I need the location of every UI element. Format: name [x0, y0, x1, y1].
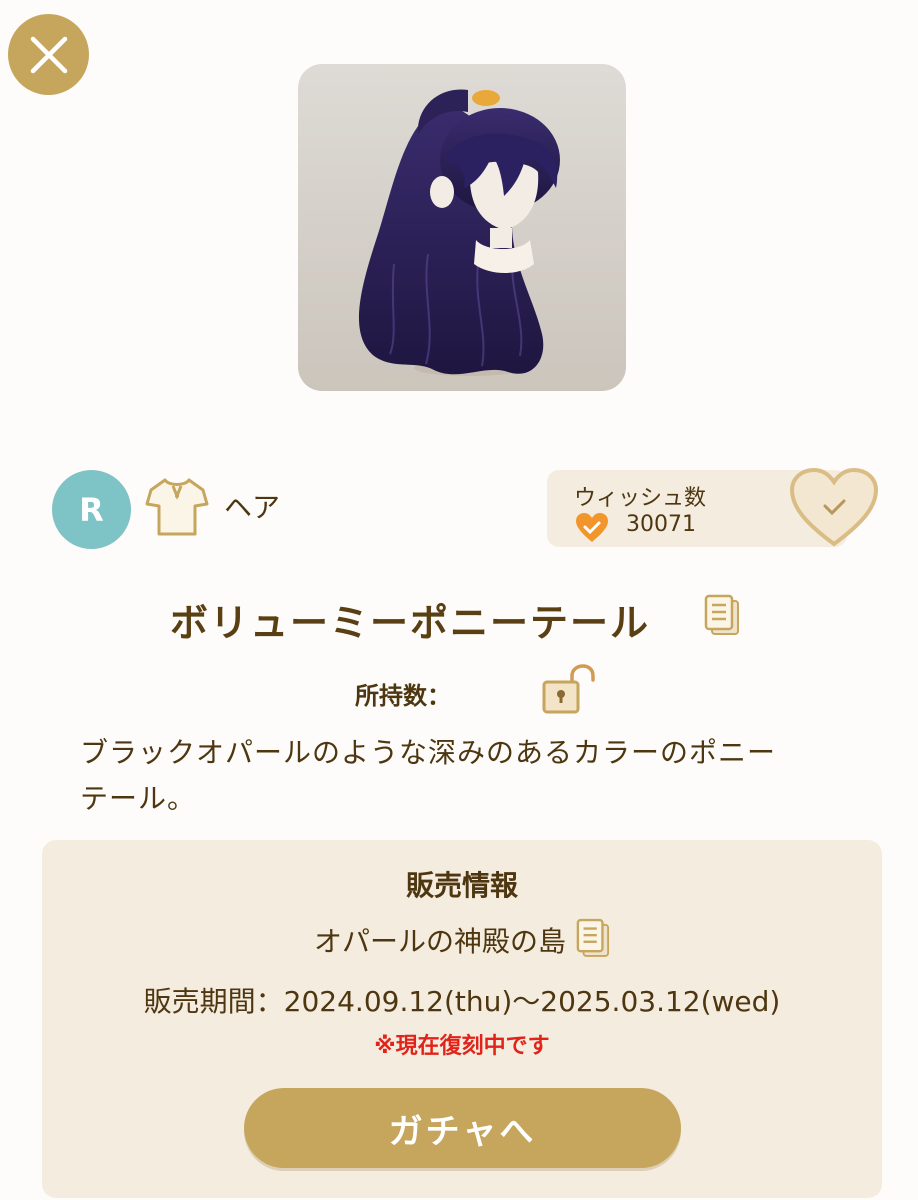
sale-period-label: 販売期間： [143, 985, 284, 1018]
wish-count-label: ウィッシュ数 [574, 486, 707, 511]
sale-period-row: 販売期間：2024.09.12(thu)～2025.03.12(wed) [42, 980, 882, 1020]
item-preview-image [298, 64, 626, 391]
sale-period-value: 2024.09.12(thu)～2025.03.12(wed) [283, 985, 781, 1018]
rarity-label: R [79, 490, 104, 529]
gacha-button-label: ガチャへ [388, 1111, 537, 1152]
document-icon[interactable] [576, 918, 610, 962]
wish-heart-button[interactable] [788, 466, 880, 548]
item-description: ブラックオパールのような深みのあるカラーのポニーテール。 [80, 736, 777, 815]
unlock-icon [542, 664, 596, 716]
heart-check-icon [574, 512, 610, 544]
go-to-gacha-button[interactable]: ガチャへ [244, 1088, 681, 1168]
sale-info-heading: 販売情報 [405, 869, 518, 902]
close-icon [30, 36, 67, 73]
rarity-badge: R [52, 470, 131, 549]
heart-icon [789, 467, 879, 547]
shirt-icon [143, 474, 211, 540]
close-button[interactable] [8, 14, 89, 95]
document-icon[interactable] [704, 594, 740, 636]
rerun-notice: ※現在復刻中です [374, 1034, 550, 1059]
hair-illustration [358, 89, 560, 376]
category-label: ヘア [224, 491, 281, 524]
item-title: ボリューミーポニーテール [169, 601, 650, 645]
wish-count-value: 30071 [626, 512, 696, 537]
sale-location-link[interactable]: オパールの神殿の島 [314, 920, 566, 960]
owned-count-label: 所持数： [355, 682, 451, 710]
sale-location-row: オパールの神殿の島 [42, 918, 882, 962]
